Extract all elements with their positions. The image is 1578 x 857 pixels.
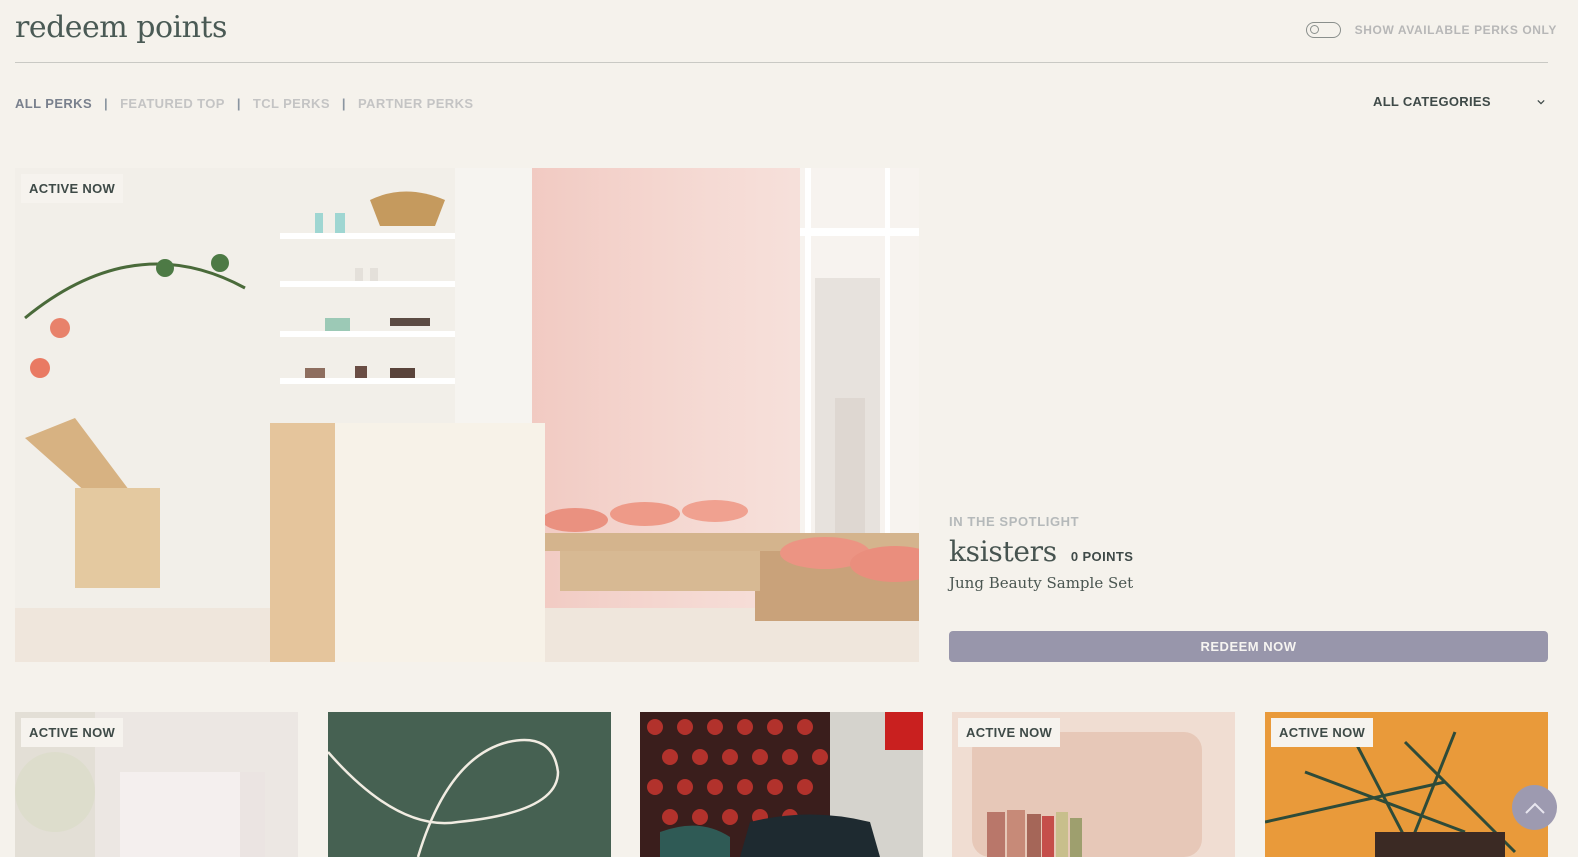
perk-card-image (640, 712, 923, 857)
chevron-down-icon (1537, 99, 1545, 104)
tab-partner-perks[interactable]: PARTNER PERKS (358, 96, 473, 111)
header-divider (15, 62, 1548, 63)
tab-separator: | (236, 96, 241, 111)
spotlight-eyebrow: IN THE SPOTLIGHT (949, 514, 1080, 529)
active-now-badge: ACTIVE NOW (958, 718, 1061, 747)
spotlight-details: IN THE SPOTLIGHT ksisters 0 POINTS Jung … (949, 514, 1548, 592)
spotlight-title-row: ksisters 0 POINTS (949, 535, 1548, 568)
perk-filter-tabs: ALL PERKS | FEATURED TOP | TCL PERKS | P… (15, 96, 473, 111)
tab-separator: | (104, 96, 109, 111)
redeem-now-button[interactable]: REDEEM NOW (949, 631, 1548, 662)
scroll-to-top-button[interactable] (1512, 785, 1557, 830)
spotlight-image[interactable]: ACTIVE NOW (15, 168, 919, 662)
chevron-up-icon (1524, 802, 1545, 814)
tab-separator: | (341, 96, 346, 111)
toggle-label[interactable]: SHOW AVAILABLE PERKS ONLY (1355, 23, 1557, 37)
tab-tcl-perks[interactable]: TCL PERKS (253, 96, 330, 111)
active-now-badge: ACTIVE NOW (21, 174, 124, 203)
spotlight-points: 0 POINTS (1070, 549, 1134, 564)
tab-all-perks[interactable]: ALL PERKS (15, 96, 92, 111)
category-dropdown-value: ALL CATEGORIES (1373, 94, 1491, 109)
spotlight-brand[interactable]: ksisters (949, 535, 1057, 568)
available-perks-toggle-group: SHOW AVAILABLE PERKS ONLY (1305, 22, 1557, 38)
salon-interior-illustration (15, 168, 919, 662)
active-now-badge: ACTIVE NOW (21, 718, 124, 747)
perk-card[interactable]: ACTIVE NOW (1265, 712, 1548, 857)
perk-card[interactable]: ACTIVE NOW (952, 712, 1235, 857)
perk-card[interactable]: ACTIVE NOW (15, 712, 298, 857)
spotlight-product: Jung Beauty Sample Set (949, 574, 1134, 592)
active-now-badge: ACTIVE NOW (1271, 718, 1374, 747)
perk-card[interactable] (328, 712, 611, 857)
tab-featured-top[interactable]: FEATURED TOP (120, 96, 225, 111)
available-perks-toggle[interactable] (1305, 22, 1341, 38)
category-dropdown[interactable]: ALL CATEGORIES (1373, 94, 1549, 109)
toggle-knob (1309, 25, 1319, 34)
perk-card-image (328, 712, 611, 857)
perk-card[interactable] (640, 712, 923, 857)
page-title: redeem points (15, 10, 227, 45)
